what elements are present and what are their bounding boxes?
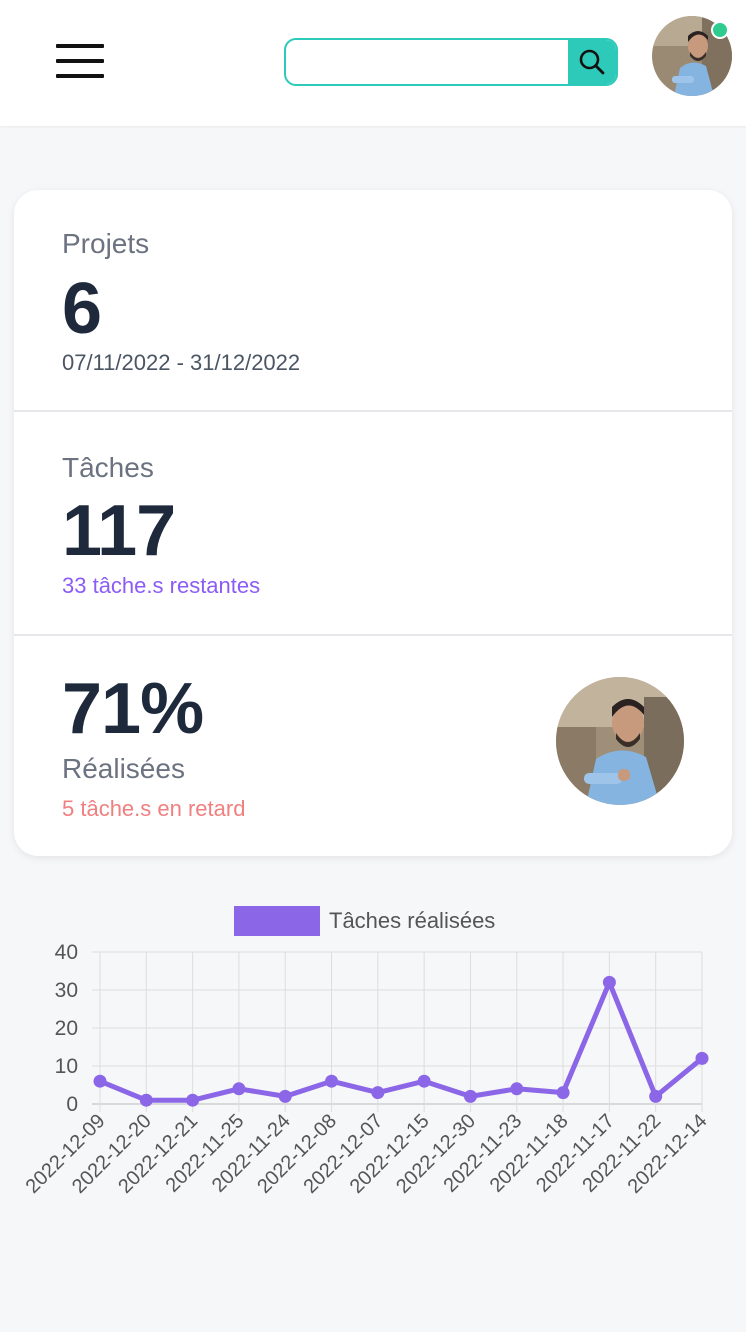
- divider: [14, 410, 732, 412]
- data-point: [602, 975, 616, 989]
- data-point: [232, 1082, 246, 1096]
- tasks-count: 117: [62, 491, 176, 571]
- tasks-line-chart: Tâches réalisées 0102030402022-12-092022…: [22, 906, 712, 1198]
- y-tick-label: 0: [66, 1093, 78, 1116]
- late-tasks: 5 tâche.s en retard: [62, 796, 246, 821]
- completion-label: Réalisées: [62, 753, 185, 784]
- stats-card: Projets 6 07/11/2022 - 31/12/2022 Tâches…: [14, 190, 732, 856]
- top-bar: [0, 0, 746, 126]
- legend-swatch: [234, 906, 320, 936]
- projects-period: 07/11/2022 - 31/12/2022: [62, 350, 301, 375]
- data-point: [371, 1086, 385, 1100]
- data-point: [463, 1089, 477, 1103]
- y-tick-label: 20: [55, 1017, 78, 1040]
- search-button[interactable]: [568, 40, 616, 84]
- search-icon: [579, 49, 605, 75]
- search-box: [284, 38, 618, 86]
- series-line: [99, 979, 704, 1103]
- projects-label: Projets: [62, 228, 150, 259]
- user-photo: [556, 677, 684, 805]
- projects-count: 6: [62, 269, 102, 349]
- search-input[interactable]: [286, 40, 568, 84]
- y-tick-label: 10: [55, 1055, 78, 1078]
- data-point: [417, 1074, 431, 1088]
- tasks-remaining: 33 tâche.s restantes: [62, 573, 261, 598]
- data-point: [93, 1074, 107, 1088]
- tasks-label: Tâches: [62, 452, 154, 483]
- data-point: [510, 1082, 524, 1096]
- divider: [14, 634, 732, 636]
- data-point: [139, 1093, 153, 1107]
- data-point: [278, 1089, 292, 1103]
- data-point: [556, 1086, 570, 1100]
- y-tick-label: 30: [55, 979, 78, 1002]
- tasks-chart: Tâches réalisées 0 10 20 30 40 2022-12-09 2022…: [0, 880, 746, 1280]
- y-tick-label: 40: [55, 941, 78, 964]
- data-point: [649, 1089, 663, 1103]
- completion-percent: 71%: [62, 669, 204, 749]
- hamburger-menu-icon[interactable]: [56, 44, 104, 78]
- data-point: [325, 1074, 339, 1088]
- legend-label: Tâches réalisées: [329, 908, 495, 933]
- online-status-dot: [711, 21, 729, 39]
- data-point: [186, 1093, 200, 1107]
- data-point: [695, 1051, 709, 1065]
